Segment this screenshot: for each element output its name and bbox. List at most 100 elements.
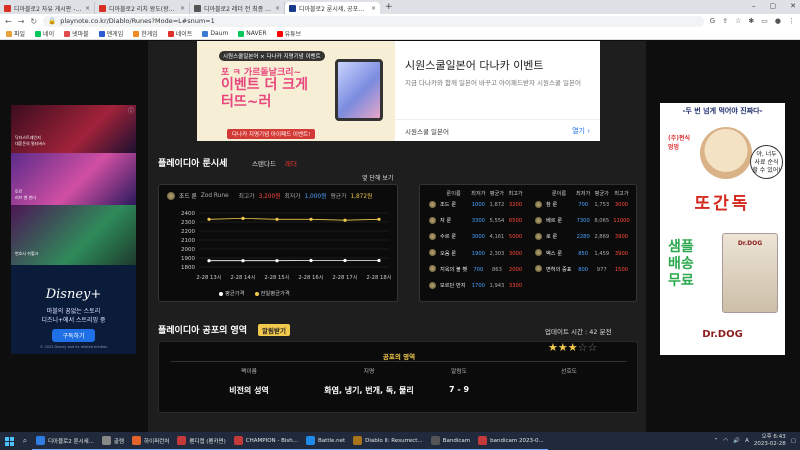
ad-open-link[interactable]: 열기 ›: [572, 126, 590, 136]
clock[interactable]: 오후 6:43 2023-02-28: [754, 434, 786, 448]
bookmark-item[interactable]: 엔게임: [98, 29, 123, 38]
restore-icon[interactable]: ▢: [770, 2, 777, 10]
rune-row[interactable]: 자 룬 3300 5,554 6500: [426, 213, 525, 229]
data-point[interactable]: [207, 217, 211, 221]
new-tab-button[interactable]: +: [380, 2, 398, 12]
browser-tab[interactable]: 디아블로2 자유 게시판 - 디아블...×: [0, 2, 95, 14]
address-bar[interactable]: 🔒 playnote.co.kr/Diablo/Runes?Mode=L#snu…: [43, 15, 704, 27]
data-point[interactable]: [207, 259, 211, 263]
rune-row[interactable]: 로 룬 2280 2,869 3900: [532, 229, 632, 245]
disney-fine-print: © 2022 Disney and its related entities: [39, 345, 108, 349]
max-value: 3,200원: [258, 194, 281, 200]
network-icon[interactable]: ◠: [723, 438, 728, 444]
forward-icon[interactable]: →: [18, 17, 25, 26]
sidebar-icon[interactable]: ▭: [761, 17, 768, 25]
ladder-tab[interactable]: 래더: [285, 158, 297, 168]
data-point[interactable]: [343, 218, 347, 222]
rune-row[interactable]: 모르단 반지 1700 1,943 3300: [426, 278, 525, 294]
rune-row[interactable]: 조드 룬 1000 1,872 3200: [426, 197, 525, 213]
tab-close-icon[interactable]: ×: [180, 5, 185, 12]
search-icon[interactable]: ⌕: [18, 436, 32, 446]
rune-row[interactable]: 수르 룬 3000 4,161 5000: [426, 229, 525, 245]
start-button[interactable]: [0, 432, 18, 450]
single-view-link[interactable]: 옆 단해 보기: [362, 173, 393, 182]
bookmark-label: Daum: [210, 30, 229, 37]
close-window-icon[interactable]: ✕: [790, 2, 796, 10]
data-point[interactable]: [241, 259, 245, 263]
tab-close-icon[interactable]: ×: [85, 5, 90, 12]
tab-close-icon[interactable]: ×: [275, 5, 280, 12]
bookmark-item[interactable]: 파일: [6, 29, 25, 38]
bookmark-item[interactable]: NAVER: [238, 30, 267, 37]
rune-row[interactable]: 오움 룬 1900 2,303 3000: [426, 246, 525, 262]
tab-favicon-icon: [289, 4, 296, 12]
chart-rune-summary: 조드 룬 Zod Rune 최고가 3,200원 최저가 1,000원 평균가 …: [167, 191, 372, 200]
alarm-button[interactable]: 알림받기: [258, 324, 290, 336]
table-header-icon: [426, 189, 438, 197]
ad-right-drdog[interactable]: -두 번 넘게 먹어야 진짜다- (주)펀식 멍멍 야, 너두 사료 순식 할 …: [660, 103, 785, 355]
volume-icon[interactable]: 🔊: [733, 438, 740, 444]
extensions-icon[interactable]: ✱: [748, 17, 754, 25]
browser-tab[interactable]: 디아블로2 리치 왕도(왕세이드 ...×: [95, 2, 190, 14]
ad-top-banner[interactable]: 시원스쿨일본어 × 다나카 지명기념 이벤트 포 ㅋ 가르돌날크리~ 이벤트 더…: [197, 41, 600, 141]
input-language[interactable]: A: [745, 438, 749, 444]
clock-time: 오후 6:43: [761, 434, 786, 440]
windows-icon: [4, 436, 14, 446]
google-icon[interactable]: G: [710, 17, 715, 25]
data-point[interactable]: [309, 258, 313, 263]
taskbar-item[interactable]: Bandicam: [426, 432, 475, 450]
data-point[interactable]: [275, 259, 279, 263]
min-label: 최저가: [284, 194, 301, 200]
standard-tab[interactable]: 스탠다드: [252, 158, 276, 168]
bookmark-star-icon[interactable]: ☆: [735, 17, 741, 25]
ad-right-logo: Dr.DOG: [702, 329, 743, 340]
bookmark-item[interactable]: 한게임: [133, 29, 158, 38]
rune-icon-cell: [426, 229, 438, 245]
notification-icon[interactable]: ▢: [791, 438, 796, 444]
profile-icon[interactable]: ●: [775, 17, 781, 25]
data-point[interactable]: [377, 217, 381, 221]
rune-row[interactable]: 베르 룬 7300 8,065 11000: [532, 213, 632, 229]
update-time: 업데이트 시간 : 42 분전: [545, 328, 612, 336]
bookmark-item[interactable]: 네이트: [167, 29, 192, 38]
rune-row[interactable]: 참 룬 700 1,753 3000: [532, 197, 632, 213]
bookmark-item[interactable]: 유튜브: [276, 29, 301, 38]
rune-icon: [428, 265, 436, 273]
bookmark-item[interactable]: 넷마블: [64, 29, 89, 38]
back-icon[interactable]: ←: [5, 17, 12, 26]
taskbar-item[interactable]: 하이퍼런처: [128, 432, 174, 450]
tab-close-icon[interactable]: ×: [371, 5, 376, 12]
tray-chevron-icon[interactable]: ⌃: [714, 438, 719, 444]
taskbar-item[interactable]: Diablo II: Resurrect...: [349, 432, 427, 450]
reload-icon[interactable]: ↻: [30, 17, 37, 26]
minimize-icon[interactable]: –: [752, 2, 756, 10]
subscribe-button[interactable]: 구독하기: [52, 329, 95, 342]
ad-top-image: 시원스쿨일본어 × 다나카 지명기념 이벤트 포 ㅋ 가르돌날크리~ 이벤트 더…: [197, 41, 395, 141]
taskbar-item[interactable]: CHAMPION - Bish...: [229, 432, 303, 450]
taskbar-item[interactable]: 펜디캡 (펜카면): [173, 432, 230, 450]
rune-name: 수르 룬: [440, 234, 456, 241]
browser-tab[interactable]: 디아블로2 룬시세, 공포의영역 ...×: [285, 2, 380, 14]
taskbar-item[interactable]: bandicam 2023-0...: [474, 432, 548, 450]
rune-row[interactable]: 지옥의 불 횃 700 863 2000: [426, 262, 525, 278]
share-icon[interactable]: ⇪: [722, 17, 728, 25]
menu-icon[interactable]: ⋮: [788, 17, 795, 25]
data-point[interactable]: [377, 258, 381, 263]
rune-row[interactable]: 면허의 증표 800 977 1500: [532, 262, 632, 278]
rune-icon-cell: [426, 278, 438, 294]
browser-tab[interactable]: 디아블로2 레더 전 최종 흐름...×: [190, 2, 285, 14]
taskbar-item[interactable]: Battle.net: [302, 432, 350, 450]
bookmark-item[interactable]: 네이: [35, 29, 54, 38]
data-point[interactable]: [343, 258, 347, 263]
taskbar-item[interactable]: 골렘: [97, 432, 129, 450]
data-point[interactable]: [241, 216, 245, 220]
data-point[interactable]: [309, 217, 313, 221]
taskbar-item[interactable]: 디아블로2 룬시세...: [32, 432, 98, 450]
data-point[interactable]: [275, 217, 279, 221]
rune-icon: [534, 232, 542, 240]
taskbar-item-label: Battle.net: [318, 437, 346, 444]
ad-info-icon[interactable]: ⓘ: [128, 106, 134, 115]
ad-left-disney[interactable]: 닥터스트레인지 대혼돈의 멀티버스 토르 러브 앤 썬더 변호사 쉬헐크 ⓘ D…: [11, 105, 136, 354]
rune-row[interactable]: 벡스 룬 850 1,459 3900: [532, 246, 632, 262]
bookmark-item[interactable]: Daum: [202, 30, 228, 37]
